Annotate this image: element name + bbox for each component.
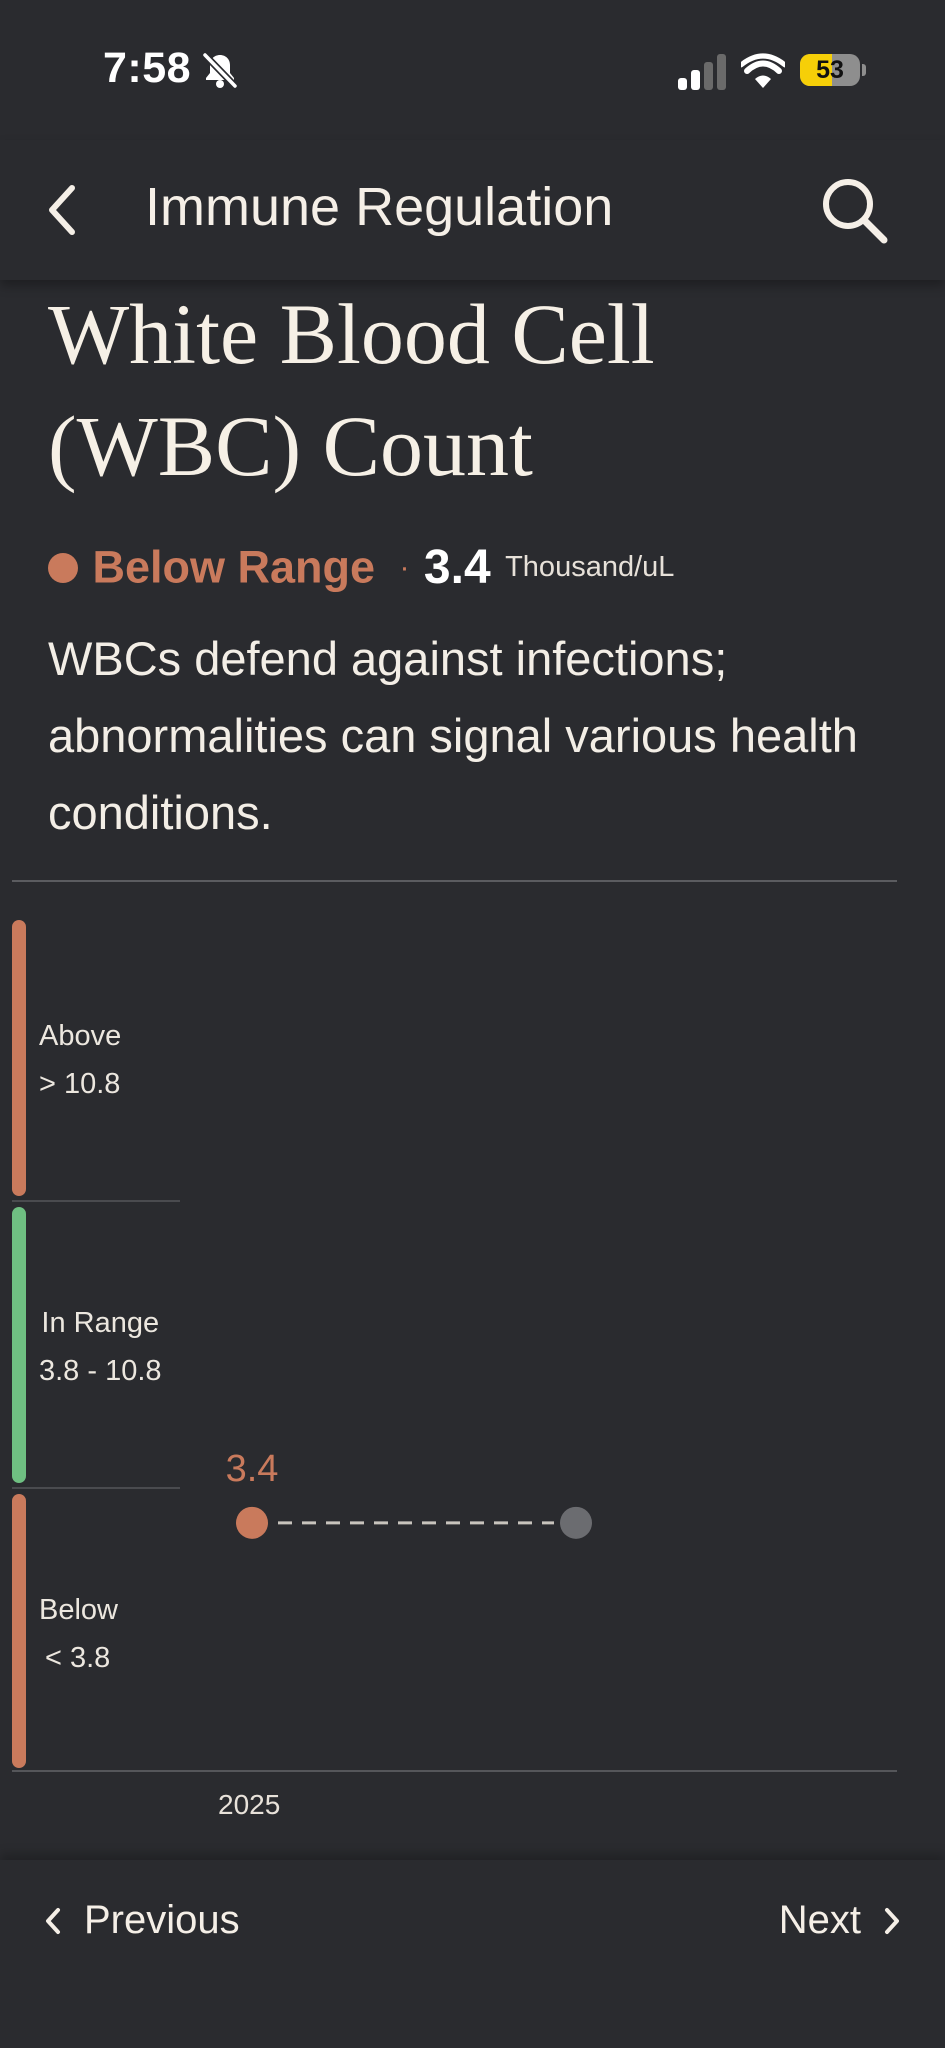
- next-label: Next: [778, 1898, 861, 1942]
- search-icon[interactable]: [818, 174, 892, 248]
- description: WBCs defend against infections; abnormal…: [48, 632, 858, 839]
- status-dot: [48, 552, 78, 583]
- previous-button[interactable]: Previous: [40, 1898, 240, 1958]
- battery-percent: 53: [816, 56, 844, 84]
- status-value: 3.4: [423, 541, 491, 594]
- status-row: Below Range · 3.4 Thousand/uL: [48, 540, 674, 600]
- status-label: Below Range: [92, 541, 375, 593]
- status-separator: ·: [399, 550, 410, 584]
- back-chevron-icon[interactable]: [40, 178, 90, 242]
- chevron-left-icon: [46, 1907, 60, 1934]
- previous-label: Previous: [84, 1898, 240, 1942]
- x-tick-label: 2025: [218, 1789, 281, 1820]
- status-unit: Thousand/uL: [505, 551, 675, 583]
- bell-slash-icon: [202, 52, 238, 89]
- cellular-signal-icon: [678, 54, 726, 90]
- status-time: 7:58: [103, 44, 192, 92]
- trend-chart: 3.4: [226, 1448, 592, 1539]
- data-point-label: 3.4: [226, 1448, 279, 1490]
- chevron-right-icon: [885, 1907, 899, 1934]
- page-title: White Blood Cell (WBC) Count: [48, 286, 655, 494]
- next-button[interactable]: Next: [779, 1898, 905, 1958]
- future-data-point: [560, 1506, 592, 1539]
- nav-title: Immune Regulation: [145, 177, 614, 237]
- data-point-2025[interactable]: [236, 1506, 268, 1539]
- x-axis-line: [12, 1770, 897, 1772]
- wifi-icon: [741, 53, 785, 88]
- battery-indicator: 53: [800, 54, 866, 86]
